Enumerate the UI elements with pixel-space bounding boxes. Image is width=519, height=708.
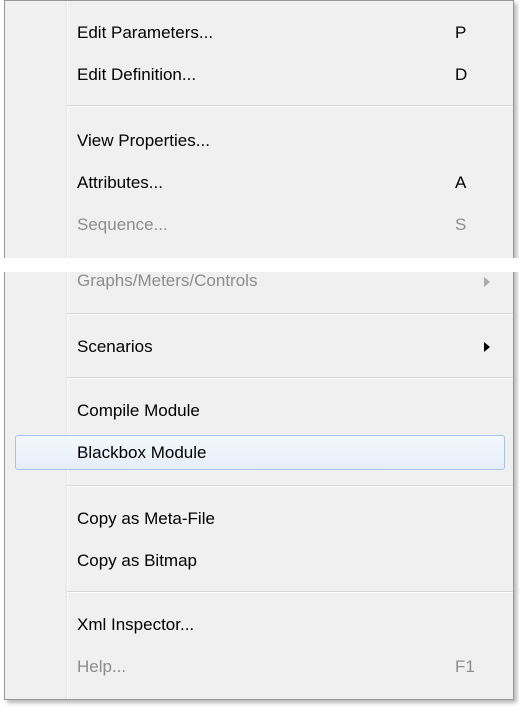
menu-item-graphs-meters-controls: Graphs/Meters/Controls [5,269,513,305]
menu-item-xml-inspector[interactable]: Xml Inspector... [5,607,513,643]
menu-item-compile-module[interactable]: Compile Module [5,393,513,429]
submenu-arrow-icon [484,277,490,287]
menu-item-shortcut: S [455,215,467,234]
screenshot-tear-gap [0,258,519,272]
menu-item-help: Help... F1 [5,649,513,685]
menu-item-label: Copy as Bitmap [77,551,197,570]
menu-item-label: View Properties... [77,131,210,150]
menu-item-edit-definition[interactable]: Edit Definition... D [5,57,513,93]
menu-item-label: Compile Module [77,401,200,420]
menu-item-attributes[interactable]: Attributes... A [5,165,513,201]
menu-separator [67,591,513,593]
menu-item-shortcut: A [455,173,467,192]
menu-separator [67,485,513,487]
menu-item-shortcut: P [455,23,467,42]
menu-item-label: Scenarios [77,337,153,356]
menu-item-label: Help... [77,657,127,676]
menu-item-scenarios[interactable]: Scenarios [5,329,513,365]
menu-separator [67,105,513,107]
menu-item-view-properties[interactable]: View Properties... [5,123,513,159]
menu-item-blackbox-module[interactable]: Blackbox Module [15,435,505,470]
menu-item-sequence: Sequence... S [5,207,513,243]
menu-item-label: Edit Parameters... [77,23,214,42]
menu-item-label: Xml Inspector... [77,615,195,634]
menu-item-label: Sequence... [77,215,168,234]
menu-item-copy-meta-file[interactable]: Copy as Meta-File [5,501,513,537]
menu-separator [67,313,513,315]
menu-item-copy-bitmap[interactable]: Copy as Bitmap [5,543,513,579]
menu-item-label: Graphs/Meters/Controls [77,271,258,290]
context-menu: Edit Parameters... P Edit Definition... … [4,0,514,700]
menu-item-label: Blackbox Module [77,443,207,462]
menu-item-shortcut: D [455,65,468,84]
menu-item-edit-parameters[interactable]: Edit Parameters... P [5,15,513,51]
menu-item-shortcut: F1 [455,657,475,676]
submenu-arrow-icon [484,342,490,352]
menu-item-label: Attributes... [77,173,163,192]
menu-item-label: Edit Definition... [77,65,197,84]
menu-item-label: Copy as Meta-File [77,509,215,528]
menu-separator [67,377,513,379]
